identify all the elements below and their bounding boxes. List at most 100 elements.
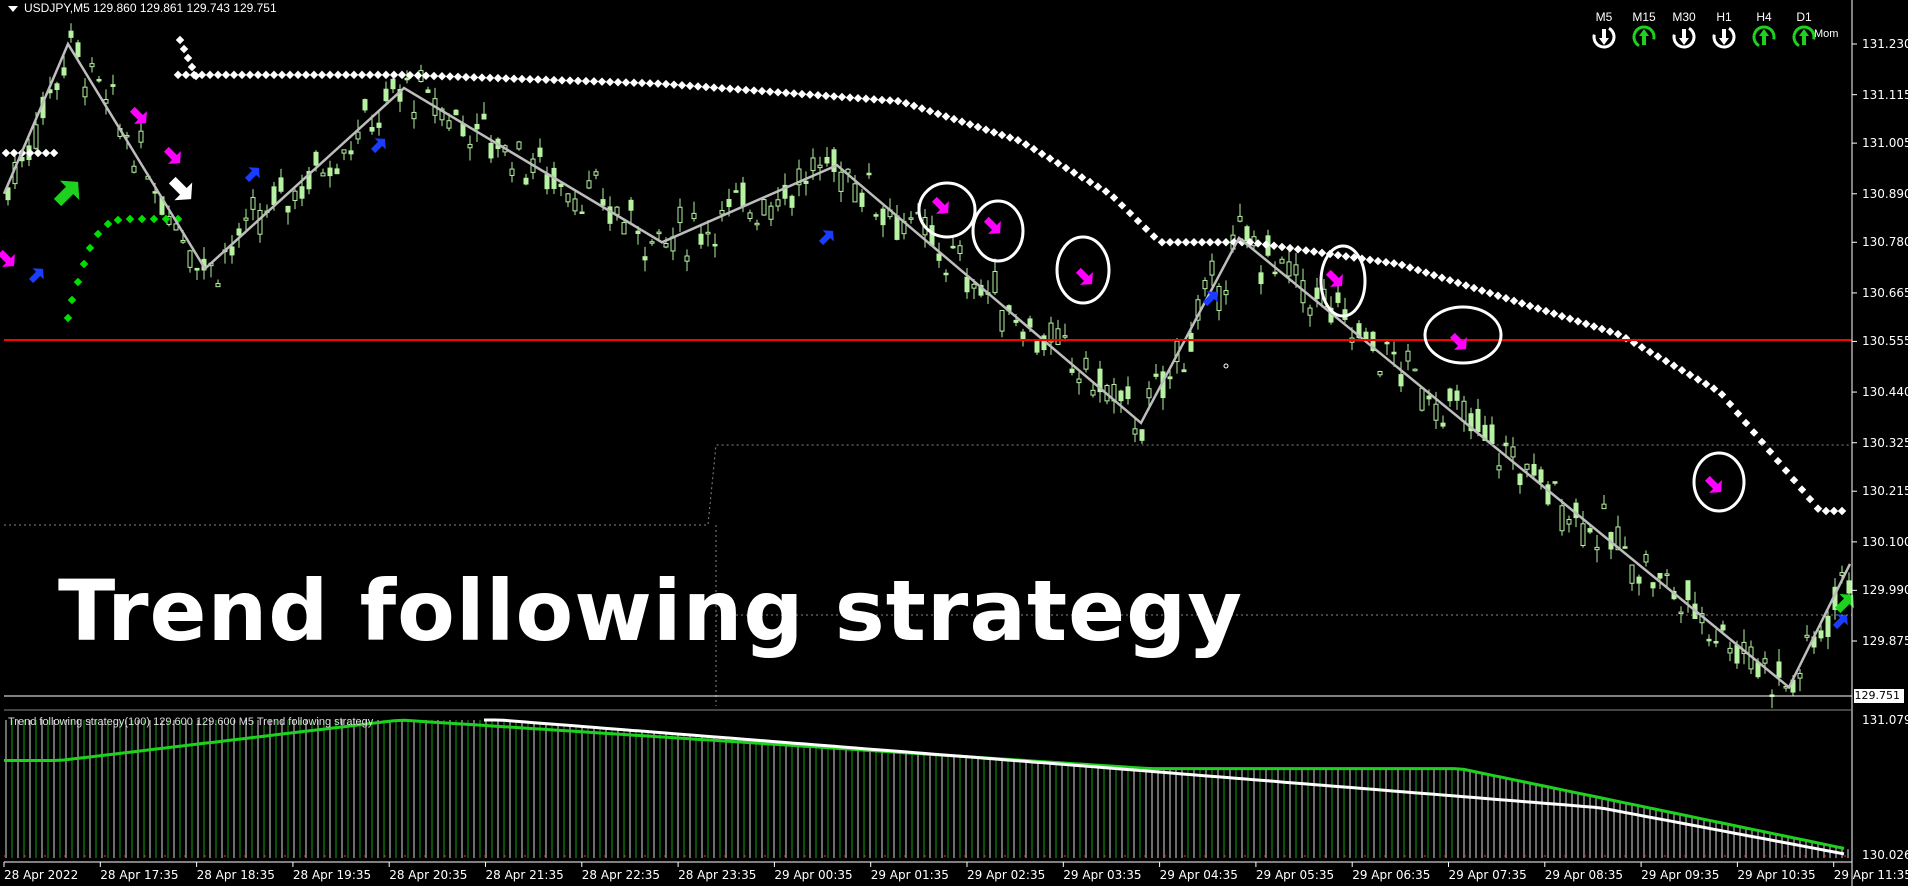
candle-body [278, 177, 284, 192]
symbol-header-text: USDJPY,M5 129.860 129.861 129.743 129.75… [24, 1, 277, 15]
timeframe-m15[interactable]: M15 [1624, 10, 1664, 49]
signal-arrow-shape [168, 176, 193, 201]
stop-dot [245, 70, 255, 80]
time-tick-label: 29 Apr 01:35 [870, 868, 949, 882]
candle-body [1167, 376, 1173, 380]
stop-dot [701, 82, 711, 92]
candle-body [1237, 215, 1243, 222]
candle-body [1405, 350, 1411, 362]
candle-body [481, 113, 487, 120]
stop-dot [205, 70, 215, 80]
stop-dot [1693, 375, 1703, 384]
stop-dot [33, 148, 43, 158]
stop-dot [41, 148, 51, 158]
candle-body [271, 186, 277, 206]
stop-dot [1821, 506, 1831, 516]
stop-dot [949, 114, 959, 124]
highlight-circle [1055, 235, 1111, 305]
candle-body [1223, 290, 1229, 296]
candle-body [663, 242, 669, 248]
candle-body [964, 276, 970, 293]
candle-body [579, 211, 585, 215]
candle-body [1202, 280, 1208, 290]
support-dot [125, 214, 135, 224]
stop-dot [677, 81, 687, 90]
stop-dot [365, 70, 375, 80]
candle-body [838, 171, 844, 192]
timeframe-m5[interactable]: M5 [1584, 10, 1624, 49]
stop-dot [597, 77, 607, 86]
dropdown-arrow-icon[interactable] [8, 5, 18, 12]
candle-body [733, 190, 739, 193]
indicator-header: Trend following strategy(100) 129.600 12… [8, 716, 374, 728]
symbol-header[interactable]: USDJPY,M5 129.860 129.861 129.743 129.75… [8, 1, 277, 15]
signal-arrow-icon [818, 230, 834, 246]
arrow-up-icon [1752, 25, 1776, 49]
candle-body [817, 164, 823, 169]
stop-dot [1013, 136, 1023, 145]
candle-body [824, 156, 830, 164]
support-dot [137, 214, 147, 224]
stop-dot [229, 70, 239, 80]
candle-body [1587, 528, 1593, 533]
candle-body [243, 217, 249, 221]
signal-arrow-icon [983, 216, 1001, 234]
timeframe-m30[interactable]: M30 [1664, 10, 1704, 49]
time-tick-label: 28 Apr 20:35 [389, 868, 468, 882]
stop-dot [1661, 356, 1671, 366]
candle-body [544, 174, 550, 190]
marker-dot [1223, 363, 1229, 369]
stop-dot [957, 117, 967, 127]
price-chart[interactable] [0, 0, 1908, 886]
candle-body [1825, 615, 1831, 637]
arrow-down-icon [1672, 25, 1696, 49]
timeframe-h4[interactable]: H4 [1744, 10, 1784, 49]
stop-dot [1797, 485, 1807, 494]
signal-arrow-shape [129, 106, 147, 124]
candle-body [1657, 572, 1663, 579]
stop-dot [837, 92, 847, 102]
stop-dot [309, 70, 319, 80]
time-tick-label: 29 Apr 08:35 [1544, 868, 1624, 882]
stop-dot [1141, 224, 1151, 233]
candle-body [698, 233, 704, 245]
stop-dot [1533, 304, 1543, 313]
stop-dot [773, 88, 783, 97]
timeframe-label: M30 [1672, 10, 1696, 24]
stop-dot [1365, 255, 1375, 265]
stop-dot [181, 70, 191, 80]
candle-body [215, 283, 221, 288]
candle-body [1531, 463, 1537, 476]
stop-dot [1717, 390, 1727, 399]
price-tick-label: 130.555 [1862, 334, 1908, 349]
stop-dot [1333, 250, 1343, 260]
candle-body [1706, 638, 1712, 642]
signal-arrow-shape [1449, 332, 1467, 350]
candle-body [474, 123, 480, 130]
signal-arrow-shape [244, 167, 260, 183]
price-tick-label: 130.325 [1862, 435, 1908, 450]
candle-body [775, 199, 781, 207]
stop-dot [933, 109, 943, 119]
candle-body [957, 245, 963, 254]
candle-body [1440, 422, 1446, 427]
candle-body [1727, 647, 1733, 654]
stop-dot [1477, 286, 1487, 295]
candle-body [1496, 465, 1502, 471]
stop-dot [325, 70, 335, 80]
candle-body [390, 78, 396, 90]
indicator-tick-label: 131.079 [1862, 713, 1908, 727]
stop-dot [183, 53, 193, 63]
signal-arrow-icon [1832, 614, 1848, 630]
candle-body [1622, 546, 1628, 549]
stop-dot [1149, 232, 1159, 241]
stop-dot [1213, 238, 1223, 247]
price-tick-label: 131.005 [1862, 136, 1908, 151]
candle-body [1132, 428, 1138, 435]
stop-dot [909, 101, 919, 111]
candle-body [82, 86, 88, 98]
timeframe-h1[interactable]: H1 [1704, 10, 1744, 49]
candle-body [1188, 332, 1194, 352]
stop-dot [1165, 238, 1175, 247]
candle-body [999, 310, 1005, 332]
